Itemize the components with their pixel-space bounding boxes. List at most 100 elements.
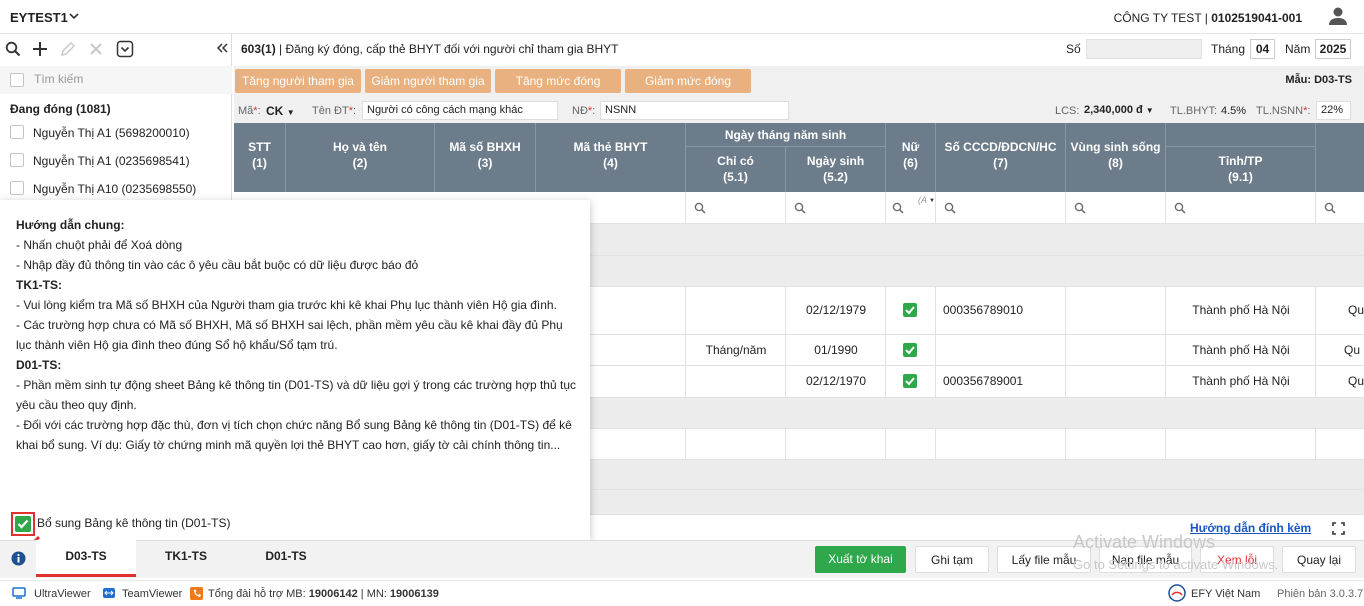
list-item-label: Nguyễn Thị A10 (0235698550) [33,182,197,196]
filter-cell[interactable] [1316,192,1364,224]
nd-input[interactable]: NSNN [600,101,789,120]
female-checkbox[interactable] [903,374,917,388]
ma-select[interactable]: CK ▼ [266,104,295,118]
chevron-down-icon[interactable] [69,13,79,20]
edit-icon[interactable] [60,41,76,57]
delete-icon[interactable] [88,41,104,57]
lcs-select[interactable]: 2,340,000 đ ▼ [1084,104,1154,116]
teamviewer-icon[interactable] [102,587,116,599]
search-input[interactable]: Tìm kiếm [34,72,83,86]
search-icon [1174,202,1186,214]
save-draft-button[interactable]: Ghi tạm [915,546,989,573]
lcs-label: LCS: [1055,105,1080,117]
guide-line: D01-TS: [16,358,62,372]
dropdown-box-icon[interactable] [116,40,134,58]
col-header-chico[interactable]: Chỉ có (5.1) [686,147,786,192]
supplement-checkbox-label[interactable]: Bổ sung Bảng kê thông tin (D01-TS) [37,516,230,530]
guide-popup: Hướng dẫn chung: - Nhấn chuột phải để Xo… [0,200,590,549]
guide-line: lục thành viên Hộ gia đình theo đúng Sổ … [16,338,338,352]
col-header-bhxh[interactable]: Mã số BHXH (3) [435,123,536,192]
user-icon[interactable] [1328,6,1348,26]
search-icon [892,202,904,214]
ma-label: Mã*: [238,105,261,117]
tab-d03-ts[interactable]: D03-TS [36,540,136,577]
decrease-contribution-button[interactable]: Giảm mức đóng [625,69,751,93]
col-header-province[interactable]: Tỉnh/TP (9.1) [1166,147,1316,192]
col-header-stt[interactable]: STT (1) [234,123,286,192]
filter-cell[interactable] [1066,192,1166,224]
col-header-cccd[interactable]: Số CCCD/ĐDCN/HC (7) [936,123,1066,192]
group-title[interactable]: Đang đóng (1081) [10,102,111,116]
brand-name: EFY Việt Nam [1191,588,1261,600]
cccd-cell[interactable]: 000356789001 [943,374,1023,388]
filter-cell[interactable]: (A ▼ [886,192,936,224]
efy-logo-icon [1168,584,1186,602]
next-col-cell[interactable]: Qu [1348,374,1364,388]
select-all-checkbox[interactable] [10,73,24,87]
caret-down-icon[interactable]: ▼ [929,198,935,204]
fullscreen-icon[interactable] [1332,522,1345,535]
dob-cell[interactable]: 02/12/1979 [786,303,886,317]
form-code: 603(1) [241,42,276,56]
export-button[interactable]: Xuất tờ khai [815,546,906,573]
phone-icon [190,587,203,600]
add-participant-button[interactable]: Tăng người tham gia [235,69,361,93]
female-checkbox[interactable] [903,303,917,317]
row-checkbox[interactable] [10,181,24,195]
tax-code: 0102519041-001 [1211,11,1302,25]
nam-input[interactable]: 2025 [1315,39,1351,59]
collapse-icon[interactable] [216,42,228,54]
form-title-text: | Đăng ký đóng, cấp thẻ BHYT đối với ngư… [275,42,619,56]
increase-contribution-button[interactable]: Tăng mức đóng [495,69,621,93]
list-item-label: Nguyễn Thị A1 (5698200010) [33,126,190,140]
filter-cell[interactable] [686,192,786,224]
col-header-name[interactable]: Họ và tên (2) [286,123,435,192]
col-header-bhyt[interactable]: Mã thẻ BHYT (4) [536,123,686,192]
col-group-address [1166,123,1316,147]
remove-participant-button[interactable]: Giảm người tham gia [365,69,491,93]
female-checkbox[interactable] [903,343,917,357]
add-icon[interactable] [31,40,49,58]
list-item[interactable]: Nguyễn Thị A1 (5698200010) [0,119,232,147]
dob-cell[interactable]: 01/1990 [786,343,886,357]
tab-tk1-ts[interactable]: TK1-TS [136,540,236,577]
tendt-input[interactable]: Người có công cách mạng khác [362,101,558,120]
filter-cell[interactable] [1166,192,1316,224]
next-col-cell[interactable]: Qu [1344,343,1360,357]
guide-line: - Phần mềm sinh tự động sheet Bảng kê th… [16,378,576,392]
guide-line: - Nhập đầy đủ thông tin vào các ô yêu cầ… [16,258,419,272]
chico-cell[interactable]: Tháng/năm [686,343,786,357]
thang-input[interactable]: 04 [1250,39,1275,59]
dob-cell[interactable]: 02/12/1970 [786,374,886,388]
next-col-cell[interactable]: Qu [1348,303,1364,317]
filter-cell[interactable] [936,192,1066,224]
teamviewer-link[interactable]: TeamViewer [122,588,182,600]
info-icon[interactable] [11,551,26,566]
guide-line: Hướng dẫn chung: [16,218,125,232]
col-header-dob[interactable]: Ngày sinh (5.2) [786,147,886,192]
ultraviewer-icon[interactable] [12,587,26,599]
nam-label: Năm [1285,42,1311,56]
watermark-subtitle: Go to Settings to activate Windows. [1073,557,1279,572]
guide-line: khai bổ sung. Ví dụ: Giấy tờ chứng minh … [16,438,561,452]
app-title[interactable]: EYTEST1 [10,10,68,25]
province-cell[interactable]: Thành phố Hà Nội [1166,303,1316,317]
cccd-cell[interactable]: 000356789010 [943,303,1023,317]
tab-d01-ts[interactable]: D01-TS [236,540,336,577]
filter-cell[interactable] [786,192,886,224]
col-header-female[interactable]: Nữ (6) [886,123,936,192]
row-checkbox[interactable] [10,153,24,167]
guide-line: yêu cầu theo quy định. [16,398,137,412]
col-header-region[interactable]: Vùng sinh sống (8) [1066,123,1166,192]
row-checkbox[interactable] [10,125,24,139]
list-item[interactable]: Nguyễn Thị A1 (0235698541) [0,147,232,175]
search-icon[interactable] [5,41,21,57]
so-input[interactable] [1086,39,1202,59]
province-cell[interactable]: Thành phố Hà Nội [1166,343,1316,357]
ultraviewer-link[interactable]: UltraViewer [34,588,91,600]
province-cell[interactable]: Thành phố Hà Nội [1166,374,1316,388]
supplement-checkbox[interactable] [15,516,31,532]
back-button[interactable]: Quay lại [1282,546,1356,573]
tlnsnn-input[interactable]: 22% [1316,101,1351,120]
list-item[interactable]: Nguyễn Thị A10 (0235698550) [0,175,232,203]
